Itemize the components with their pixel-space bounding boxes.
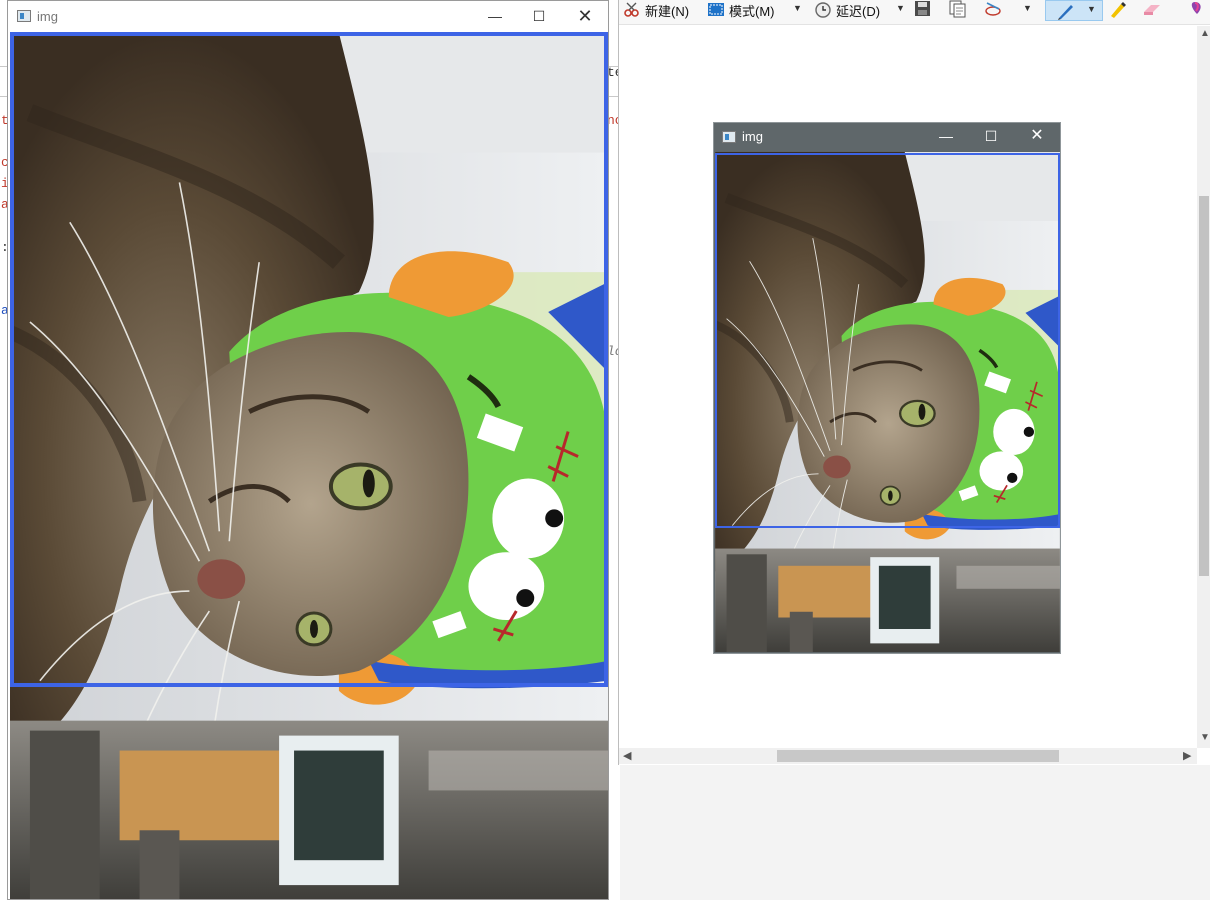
mode-dropdown-icon[interactable]: ▼	[793, 3, 802, 13]
highlighter-button[interactable]	[1107, 0, 1127, 18]
scissors-icon	[623, 2, 641, 18]
horizontal-scrollbar[interactable]: ◀ ▶	[619, 748, 1197, 764]
copy-icon	[949, 0, 966, 18]
eraser-button[interactable]	[1141, 0, 1161, 18]
mode-icon	[707, 2, 725, 18]
horizontal-scroll-thumb[interactable]	[777, 750, 1059, 762]
clock-icon	[814, 2, 832, 18]
scroll-right-icon[interactable]: ▶	[1183, 749, 1191, 762]
eraser-icon	[1144, 5, 1160, 15]
right-window-title: img	[742, 129, 763, 144]
pen-button[interactable]: ▼	[1045, 0, 1103, 21]
pen-icon	[1058, 5, 1073, 20]
scroll-up-icon[interactable]: ▲	[1200, 28, 1210, 39]
delay-dropdown-icon[interactable]: ▼	[896, 3, 905, 13]
minimize-icon[interactable]: —	[485, 6, 505, 26]
scroll-left-icon[interactable]: ◀	[623, 749, 631, 762]
cat-photo	[715, 152, 1060, 652]
pen-dropdown-icon[interactable]: ▼	[1087, 4, 1096, 14]
app-icon	[17, 10, 31, 22]
app-icon	[722, 131, 736, 143]
left-window-title: img	[37, 9, 58, 24]
right-image-window: img — ☐ ✕	[713, 122, 1061, 654]
vertical-scroll-thumb[interactable]	[1199, 196, 1209, 576]
send-button[interactable]	[983, 0, 1003, 18]
paint3d-button[interactable]	[1187, 0, 1207, 18]
minimize-icon[interactable]: —	[936, 126, 956, 146]
right-window-titlebar[interactable]: img — ☐ ✕	[714, 123, 1060, 151]
paint3d-icon	[1191, 2, 1201, 14]
left-image-window: img — ☐ ✕	[7, 0, 609, 900]
new-button[interactable]: 新建(N)	[623, 0, 689, 20]
send-icon	[985, 2, 1001, 16]
vertical-scrollbar[interactable]: ▲ ▼	[1197, 26, 1210, 748]
close-icon[interactable]: ✕	[575, 6, 595, 26]
delay-button-label: 延迟(D)	[836, 3, 881, 19]
delay-button[interactable]: 延迟(D)	[814, 0, 880, 20]
new-button-label: 新建(N)	[645, 3, 690, 19]
close-icon[interactable]: ✕	[1027, 126, 1047, 146]
left-window-titlebar[interactable]: img — ☐ ✕	[8, 1, 608, 32]
save-icon	[915, 1, 930, 16]
cat-photo	[10, 32, 608, 900]
save-button[interactable]	[913, 0, 933, 18]
copy-button[interactable]	[947, 0, 967, 18]
mode-button[interactable]: 模式(M)	[707, 0, 775, 20]
send-dropdown-icon[interactable]: ▼	[1023, 3, 1032, 13]
maximize-icon[interactable]: ☐	[981, 126, 1001, 146]
toolbar: 新建(N) 模式(M) ▼ 延迟(D) ▼ ▼ ▼	[619, 0, 1210, 25]
highlighter-icon	[1111, 2, 1126, 18]
scroll-down-icon[interactable]: ▼	[1200, 732, 1210, 743]
maximize-icon[interactable]: ☐	[529, 6, 549, 26]
mode-button-label: 模式(M)	[729, 3, 775, 19]
